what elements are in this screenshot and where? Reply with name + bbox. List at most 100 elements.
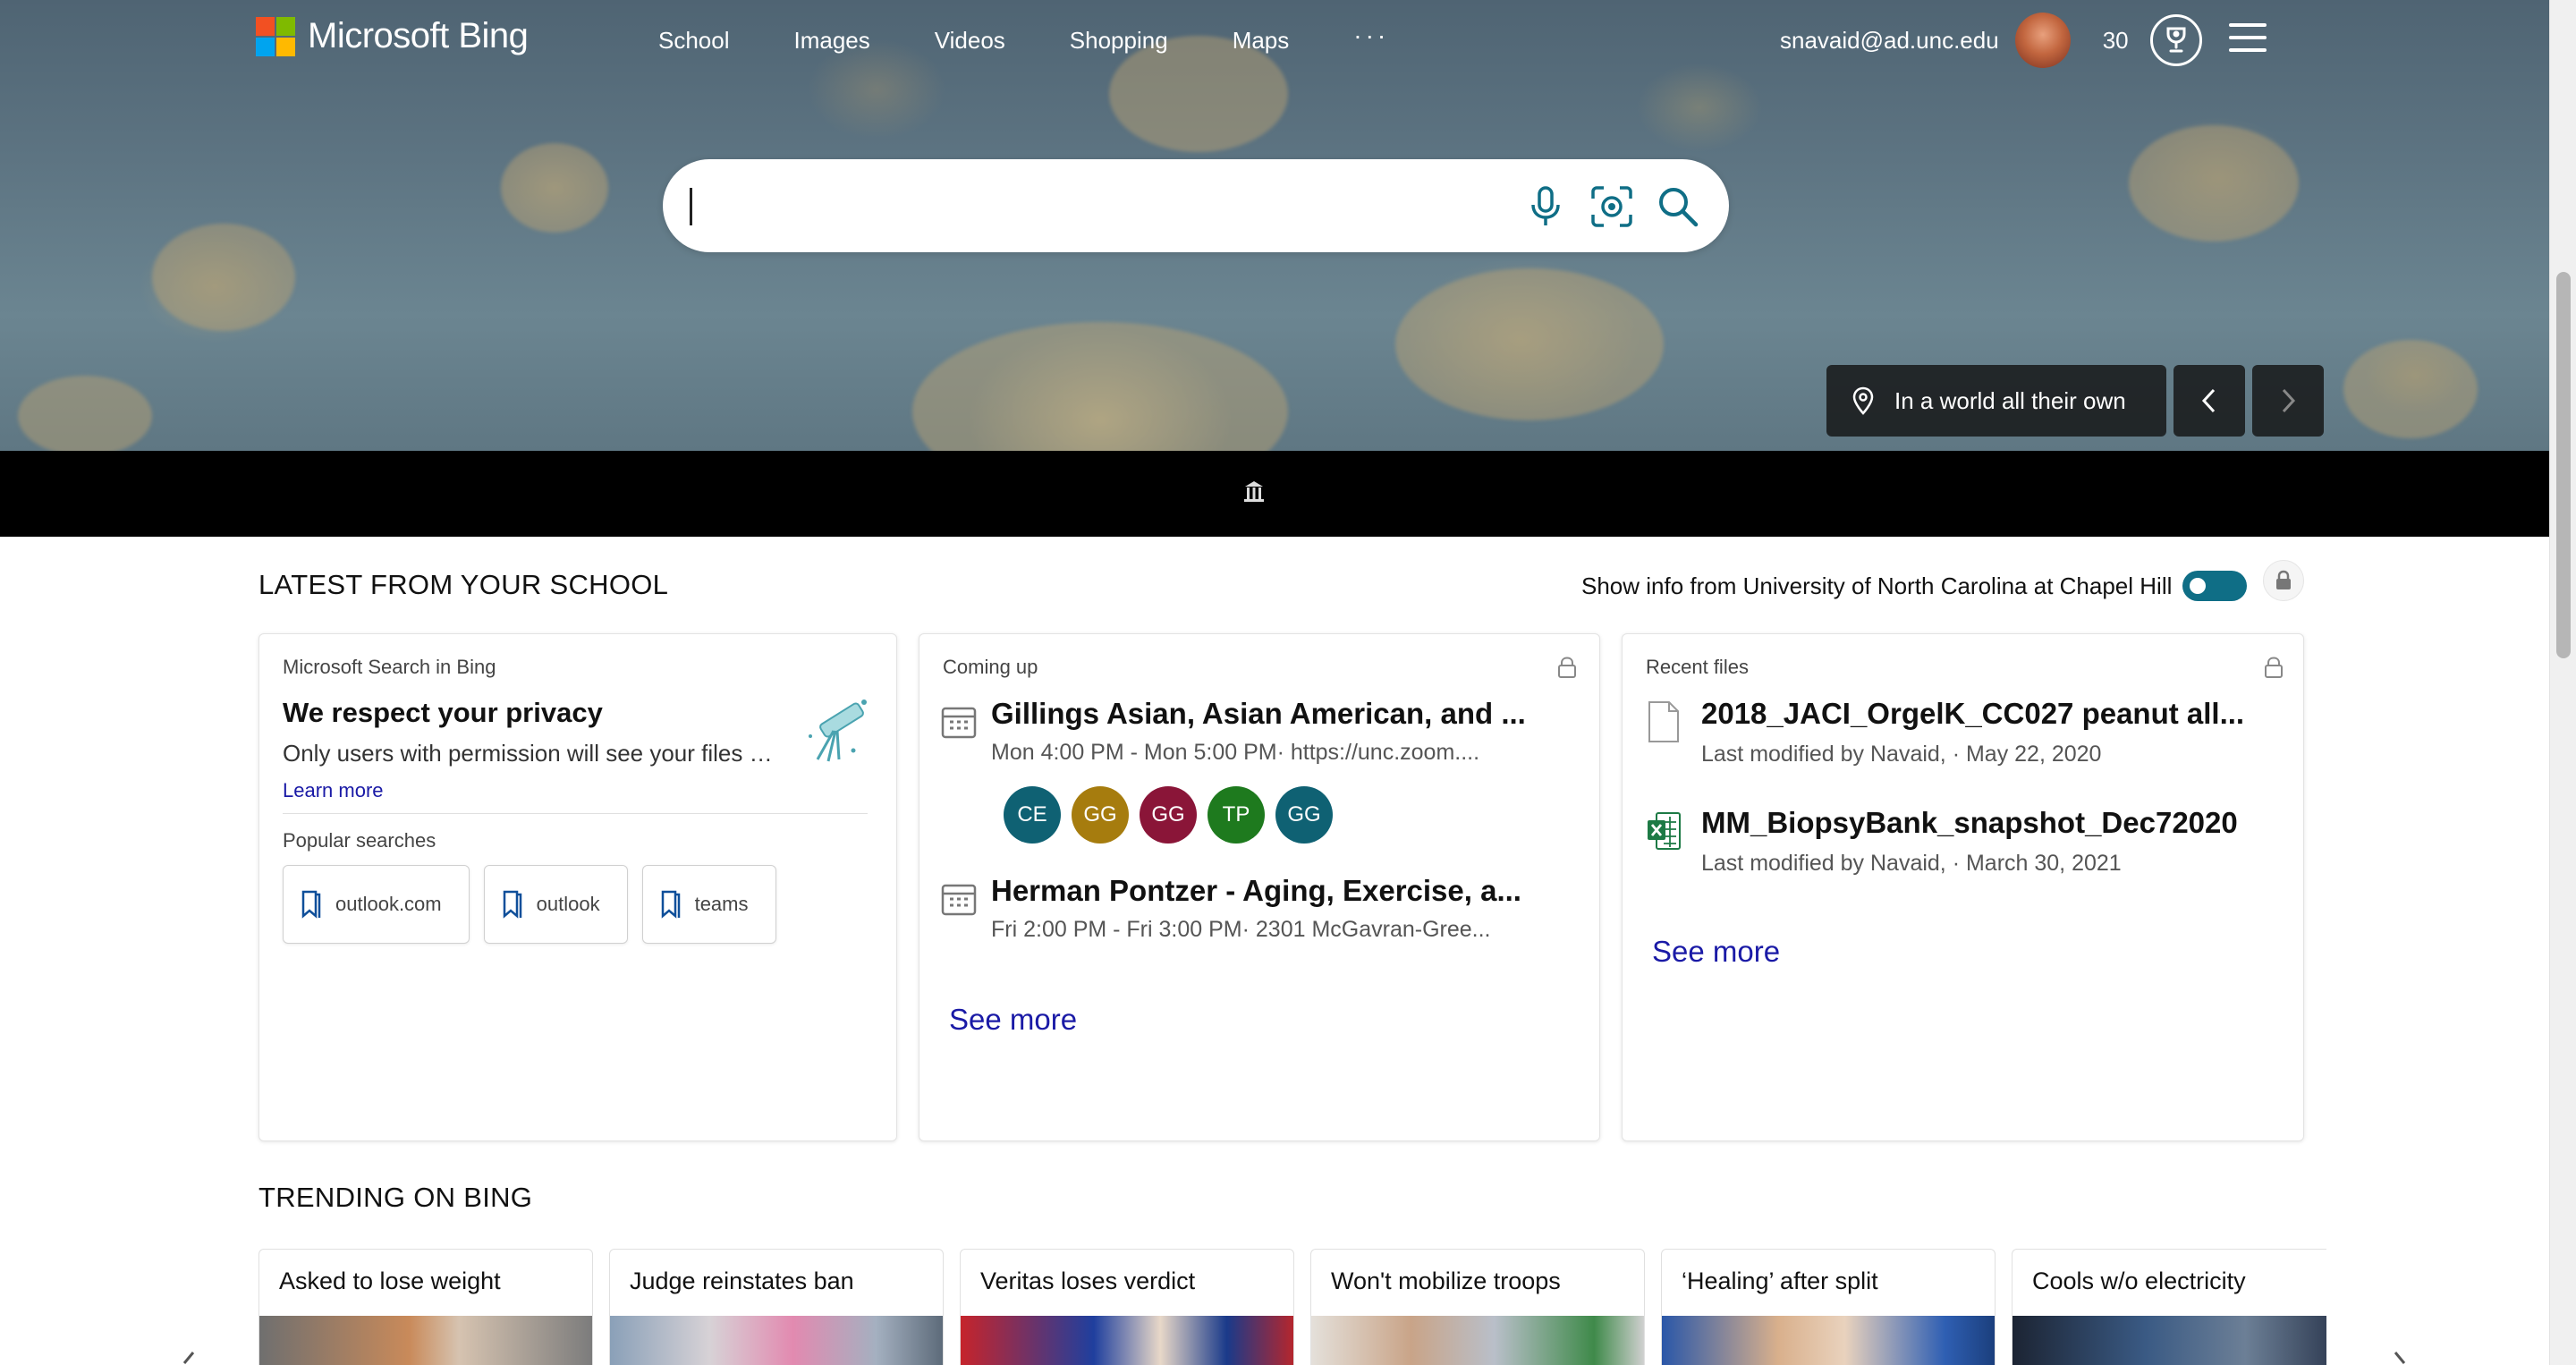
trending-image	[1662, 1316, 1995, 1365]
logo-text: Microsoft Bing	[308, 16, 529, 55]
search-input[interactable]	[699, 159, 1504, 252]
location-pin-icon	[1852, 386, 1874, 415]
trending-title: ‘Healing’ after split	[1682, 1268, 1878, 1294]
trending-prev-icon[interactable]	[175, 1351, 202, 1365]
previous-image-button[interactable]	[2174, 365, 2245, 437]
calendar-icon	[941, 707, 977, 739]
avatar[interactable]	[2014, 13, 2071, 68]
trending-title: Judge reinstates ban	[630, 1268, 854, 1294]
event-time: Fri 2:00 PM - Fri 3:00 PM· 2301 McGavran…	[991, 917, 1491, 942]
top-bar: Microsoft Bing School Images Videos Shop…	[0, 0, 2549, 75]
microphone-icon[interactable]	[1521, 182, 1570, 231]
trending-title: Cools w/o electricity	[2032, 1268, 2246, 1294]
recent-files-card: Recent files 2018_JACI_OrgelK_CC027 pean…	[1622, 633, 2304, 1141]
lock-icon	[1558, 657, 1576, 678]
events-card-label: Coming up	[943, 656, 1038, 678]
nav-images[interactable]: Images	[794, 27, 870, 55]
event-time: Mon 4:00 PM - Mon 5:00 PM· https://unc.z…	[991, 740, 1480, 765]
file-meta: Last modified by Navaid, · May 22, 2020	[1701, 742, 2102, 767]
school-toggle-label: Show info from University of North Carol…	[1581, 572, 2173, 599]
events-card: Coming up Gillings Asian, Asian American…	[919, 633, 1600, 1141]
learn-more-link[interactable]: Learn more	[283, 779, 384, 802]
nav-maps[interactable]: Maps	[1233, 27, 1290, 55]
popular-search-chip[interactable]: teams	[641, 865, 776, 944]
trending-image	[1311, 1316, 1644, 1365]
lock-icon[interactable]	[2263, 560, 2304, 601]
nav-videos[interactable]: Videos	[935, 27, 1005, 55]
hamburger-menu-icon[interactable]	[2229, 23, 2267, 52]
chip-label: teams	[694, 893, 749, 915]
privacy-title: We respect your privacy	[283, 697, 603, 728]
popular-searches-label: Popular searches	[283, 829, 436, 852]
nav-shopping[interactable]: Shopping	[1070, 27, 1168, 55]
trending-title: Asked to lose weight	[279, 1268, 501, 1294]
event-title: Herman Pontzer - Aging, Exercise, a...	[991, 874, 1521, 907]
trending-row: Asked to lose weight Judge reinstates ba…	[258, 1249, 2326, 1365]
attendee-avatar[interactable]: CE	[1004, 786, 1061, 844]
text-cursor	[690, 188, 692, 225]
scrollbar-thumb[interactable]	[2556, 272, 2571, 658]
jellyfish-blob	[18, 376, 152, 456]
jellyfish-blob	[152, 224, 295, 331]
nav-school[interactable]: School	[658, 27, 730, 55]
unc-well-icon	[1244, 481, 1264, 502]
file-title: MM_BiopsyBank_snapshot_Dec72020	[1701, 806, 2238, 839]
chevron-left-icon	[2201, 388, 2216, 413]
school-info-toggle[interactable]	[2182, 571, 2247, 601]
bookmark-icon	[301, 890, 321, 919]
trending-section-title: TRENDING ON BING	[258, 1182, 533, 1213]
privacy-card-label: Microsoft Search in Bing	[283, 656, 496, 678]
jellyfish-blob	[1395, 268, 1664, 420]
unc-logo: ​	[1243, 479, 1336, 503]
page-scrollbar[interactable]	[2549, 0, 2576, 1365]
chip-label: outlook.com	[335, 893, 442, 915]
attendee-avatar[interactable]: GG	[1072, 786, 1129, 844]
next-image-button[interactable]	[2252, 365, 2324, 437]
bing-logo[interactable]: Microsoft Bing	[256, 16, 529, 56]
image-caption-button[interactable]: In a world all their own	[1826, 365, 2166, 437]
account-area: snavaid@ad.unc.edu 30	[1780, 13, 2202, 68]
excel-icon	[1648, 812, 1681, 850]
attendee-avatar[interactable]: TP	[1208, 786, 1265, 844]
popular-search-chip[interactable]: outlook	[483, 865, 628, 944]
trending-title: Veritas loses verdict	[980, 1268, 1196, 1294]
lock-icon	[2265, 657, 2283, 678]
events-see-more-link[interactable]: See more	[949, 1003, 1077, 1037]
unc-logo-mark: ​	[1274, 488, 1336, 495]
visual-search-icon[interactable]	[1588, 182, 1636, 231]
account-email[interactable]: snavaid@ad.unc.edu	[1780, 27, 1999, 55]
popular-searches: outlook.com outlook teams	[283, 865, 776, 944]
toggle-knob	[2190, 578, 2206, 594]
divider	[283, 813, 868, 814]
attendee-avatar[interactable]: GG	[1275, 786, 1333, 844]
rewards-points[interactable]: 30	[2103, 27, 2129, 55]
trending-card[interactable]: ‘Healing’ after split	[1661, 1249, 1996, 1365]
microsoft-logo-icon	[256, 16, 295, 56]
telescope-icon	[809, 699, 867, 762]
files-see-more-link[interactable]: See more	[1652, 935, 1780, 969]
file-title: 2018_JACI_OrgelK_CC027 peanut all...	[1701, 697, 2245, 730]
privacy-card: Microsoft Search in Bing We respect your…	[258, 633, 897, 1141]
jellyfish-blob	[501, 143, 608, 233]
trending-next-icon[interactable]	[2386, 1351, 2413, 1365]
trending-image	[2012, 1316, 2326, 1365]
nav-bar: School Images Videos Shopping Maps ···	[658, 21, 1389, 55]
trending-card[interactable]: Asked to lose weight	[258, 1249, 593, 1365]
recent-files-label: Recent files	[1646, 656, 1749, 678]
trending-card[interactable]: Judge reinstates ban	[609, 1249, 944, 1365]
privacy-description: Only users with permission will see your…	[283, 740, 784, 767]
trending-image	[961, 1316, 1293, 1365]
jellyfish-blob	[2129, 125, 2299, 242]
trending-card[interactable]: Cools w/o electricity	[2012, 1249, 2326, 1365]
trending-card[interactable]: Veritas loses verdict	[960, 1249, 1294, 1365]
search-icon[interactable]	[1654, 182, 1702, 231]
popular-search-chip[interactable]: outlook.com	[283, 865, 470, 944]
trending-card[interactable]: Won't mobilize troops	[1310, 1249, 1645, 1365]
rewards-trophy-icon[interactable]	[2149, 14, 2202, 66]
attendee-list: CE GG GG TP GG	[1004, 786, 1333, 844]
search-box[interactable]	[663, 159, 1729, 252]
jellyfish-blob	[2343, 340, 2478, 438]
nav-more-button[interactable]: ···	[1353, 21, 1389, 55]
attendee-avatar[interactable]: GG	[1140, 786, 1197, 844]
chevron-right-icon	[2282, 388, 2296, 413]
